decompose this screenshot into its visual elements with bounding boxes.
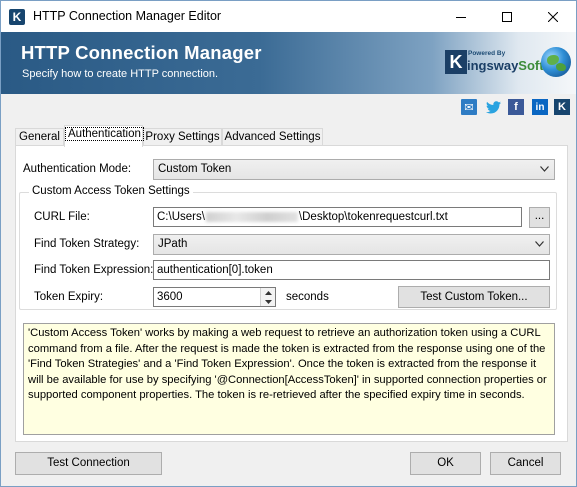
editor-window: K HTTP Connection Manager Editor HTTP Co… bbox=[0, 0, 577, 487]
maximize-button[interactable] bbox=[484, 1, 530, 32]
cancel-button[interactable]: Cancel bbox=[490, 452, 561, 475]
auth-mode-value: Custom Token bbox=[158, 163, 232, 175]
stepper-up-button[interactable] bbox=[261, 288, 275, 297]
title-bar: K HTTP Connection Manager Editor bbox=[1, 1, 576, 32]
logo-name-part1: ingsway bbox=[467, 58, 519, 73]
header-banner: HTTP Connection Manager Specify how to c… bbox=[1, 32, 576, 94]
kingswaysoft-logo: K Powered By ingswaySoft bbox=[442, 44, 544, 78]
close-icon bbox=[548, 11, 558, 22]
minimize-button[interactable] bbox=[438, 1, 484, 32]
tab-general[interactable]: General bbox=[15, 128, 64, 146]
banner-subtitle: Specify how to create HTTP connection. bbox=[22, 68, 219, 80]
close-button[interactable] bbox=[530, 1, 576, 32]
find-token-strategy-select[interactable]: JPath bbox=[153, 234, 550, 255]
curl-file-suffix: \Desktop\tokenrequestcurl.txt bbox=[298, 211, 448, 223]
banner-title: HTTP Connection Manager bbox=[21, 42, 262, 63]
token-expiry-label: Token Expiry: bbox=[34, 291, 104, 303]
test-custom-token-button[interactable]: Test Custom Token... bbox=[398, 286, 550, 308]
redacted-username bbox=[205, 211, 298, 222]
minimize-icon bbox=[456, 16, 466, 18]
caret-down-icon bbox=[264, 299, 272, 304]
email-icon[interactable]: ✉ bbox=[461, 99, 477, 115]
find-token-expression-label: Find Token Expression: bbox=[34, 264, 154, 276]
logo-k-icon: K bbox=[445, 50, 467, 74]
curl-file-prefix: C:\Users\ bbox=[157, 211, 205, 223]
app-icon: K bbox=[9, 9, 25, 25]
token-expiry-value: 3600 bbox=[157, 291, 183, 303]
find-token-strategy-label: Find Token Strategy: bbox=[34, 238, 140, 250]
tab-advanced-settings[interactable]: Advanced Settings bbox=[222, 128, 323, 146]
auth-mode-label: Authentication Mode: bbox=[23, 163, 132, 175]
logo-name-part2: Soft bbox=[518, 58, 544, 73]
window-title: HTTP Connection Manager Editor bbox=[33, 9, 222, 23]
facebook-icon[interactable]: f bbox=[508, 99, 524, 115]
token-expiry-stepper[interactable]: 3600 bbox=[153, 287, 276, 307]
tab-authentication[interactable]: Authentication bbox=[64, 125, 144, 147]
ok-button[interactable]: OK bbox=[410, 452, 481, 475]
logo-name: ingswaySoft bbox=[467, 58, 544, 73]
description-box: 'Custom Access Token' works by making a … bbox=[23, 323, 555, 435]
tab-authentication-label: Authentication bbox=[65, 127, 144, 141]
kingsway-icon[interactable]: K bbox=[554, 99, 570, 115]
logo-powered-by: Powered By bbox=[468, 50, 506, 57]
test-connection-button[interactable]: Test Connection bbox=[15, 452, 162, 475]
curl-file-label: CURL File: bbox=[34, 211, 90, 223]
curl-file-input[interactable]: C:\Users\ \Desktop\tokenrequestcurl.txt bbox=[153, 207, 522, 227]
globe-icon bbox=[541, 47, 571, 77]
caret-up-icon bbox=[264, 290, 272, 295]
maximize-icon bbox=[502, 11, 512, 22]
token-expiry-unit: seconds bbox=[286, 291, 329, 303]
linkedin-icon[interactable]: in bbox=[532, 99, 548, 115]
chevron-down-icon bbox=[540, 166, 549, 172]
tab-proxy-settings[interactable]: Proxy Settings bbox=[143, 128, 222, 146]
stepper-buttons bbox=[260, 288, 275, 306]
find-token-strategy-value: JPath bbox=[158, 238, 188, 250]
auth-mode-select[interactable]: Custom Token bbox=[153, 159, 555, 180]
chevron-down-icon bbox=[535, 241, 544, 247]
stepper-down-button[interactable] bbox=[261, 297, 275, 306]
group-title: Custom Access Token Settings bbox=[29, 185, 193, 197]
find-token-expression-input[interactable]: authentication[0].token bbox=[153, 260, 550, 280]
browse-button[interactable]: ... bbox=[529, 207, 550, 228]
twitter-icon[interactable] bbox=[485, 99, 501, 115]
